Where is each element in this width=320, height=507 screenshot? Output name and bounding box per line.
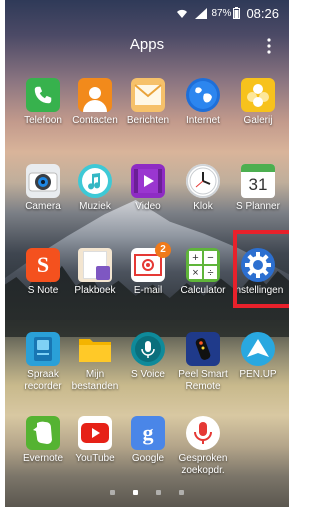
page-title: Apps: [129, 36, 165, 53]
s-voice-icon: [131, 332, 165, 366]
camera-icon: [26, 164, 60, 198]
app-galerij[interactable]: Galerij: [230, 78, 286, 127]
voice-recorder-icon: [26, 332, 60, 366]
app-label: Klok: [193, 201, 213, 212]
calculator-icon: + − × ÷: [186, 248, 220, 282]
battery-icon: [233, 7, 241, 19]
status-clock: 08:26: [246, 5, 279, 21]
gallery-icon: [241, 78, 275, 112]
app-calculator[interactable]: + − × ÷ Calculator: [175, 248, 231, 297]
app-label: Galerij: [243, 115, 273, 126]
app-internet[interactable]: Internet: [175, 78, 231, 127]
app-e-mail[interactable]: 2 E-mail: [120, 242, 176, 297]
more-options-icon[interactable]: [267, 38, 271, 54]
app-label: Berichten: [126, 115, 170, 126]
app-spraak-recorder[interactable]: Spraak recorder: [15, 332, 71, 393]
battery-percent: 87%: [211, 7, 232, 19]
page-dot[interactable]: [179, 490, 184, 495]
app-label: Spraak recorder: [24, 369, 62, 392]
app-label: E-mail: [133, 285, 163, 296]
messages-icon: [131, 78, 165, 112]
app-label: Internet: [186, 115, 220, 126]
app-label: Gesproken zoekopdr.: [178, 453, 228, 476]
status-bar: 87% 08:26: [5, 0, 289, 26]
s-note-icon: S: [26, 248, 60, 282]
page-dot[interactable]: [110, 490, 115, 495]
app-telefoon[interactable]: Telefoon: [15, 78, 71, 127]
wifi-icon: [177, 9, 188, 18]
app-berichten[interactable]: Berichten: [120, 78, 176, 127]
internet-globe-icon: [186, 78, 220, 112]
voice-search-icon: [186, 416, 220, 450]
app-s-planner[interactable]: 31 S Planner: [230, 164, 286, 213]
calendar-date: 31: [248, 175, 268, 194]
youtube-icon: [78, 416, 112, 450]
app-mijn-bestanden[interactable]: Mijn bestanden: [67, 332, 123, 393]
music-icon: [78, 164, 112, 198]
google-icon: g: [131, 416, 165, 450]
app-klok[interactable]: Klok: [175, 164, 231, 213]
app-label: Peel Smart Remote: [178, 369, 228, 392]
app-evernote[interactable]: Evernote: [15, 416, 71, 465]
app-video[interactable]: Video: [120, 164, 176, 213]
app-label: YouTube: [75, 453, 115, 464]
app-label: S Note: [27, 285, 59, 296]
app-label: Google: [131, 453, 165, 464]
email-icon: 2: [131, 242, 171, 282]
page-indicator: [5, 490, 289, 495]
folder-icon: [78, 332, 112, 366]
app-label: Telefoon: [24, 115, 62, 126]
app-pen-up[interactable]: PEN.UP: [230, 332, 286, 381]
scrapbook-icon: [78, 248, 112, 282]
app-peel-smart-remote[interactable]: Peel Smart Remote: [175, 332, 231, 393]
home-screen: 87% 08:26 Apps Telefoon Contacten Berichte…: [5, 0, 289, 507]
apps-header: Apps: [5, 30, 289, 62]
page-dot[interactable]: [156, 490, 161, 495]
app-label: Plakboek: [74, 285, 116, 296]
page-dot[interactable]: [133, 490, 138, 495]
app-gesproken-zoekopdr[interactable]: Gesproken zoekopdr.: [175, 416, 231, 477]
calendar-icon: 31: [241, 164, 275, 198]
app-label: S Voice: [131, 369, 165, 380]
settings-highlight-box: [233, 230, 289, 308]
app-s-voice[interactable]: S Voice: [120, 332, 176, 381]
app-label: Contacten: [72, 115, 118, 126]
contacts-icon: [78, 78, 112, 112]
clock-icon: [186, 164, 220, 198]
app-label: Video: [135, 201, 161, 212]
app-s-note[interactable]: S S Note: [15, 248, 71, 297]
pen-up-icon: [241, 332, 275, 366]
app-muziek[interactable]: Muziek: [67, 164, 123, 213]
app-label: Calculator: [180, 285, 226, 296]
app-label: Camera: [25, 201, 61, 212]
app-contacten[interactable]: Contacten: [67, 78, 123, 127]
evernote-icon: [26, 416, 60, 450]
app-google[interactable]: g Google: [120, 416, 176, 465]
app-label: PEN.UP: [239, 369, 277, 380]
signal-icon: [195, 7, 208, 19]
app-label: Muziek: [79, 201, 111, 212]
app-label: Mijn bestanden: [71, 369, 119, 392]
remote-icon: [186, 332, 220, 366]
app-label: Evernote: [22, 453, 64, 464]
notification-badge: 2: [155, 242, 171, 258]
phone-icon: [26, 78, 60, 112]
video-icon: [131, 164, 165, 198]
app-camera[interactable]: Camera: [15, 164, 71, 213]
app-label: S Planner: [236, 201, 280, 212]
app-youtube[interactable]: YouTube: [67, 416, 123, 465]
app-plakboek[interactable]: Plakboek: [67, 248, 123, 297]
